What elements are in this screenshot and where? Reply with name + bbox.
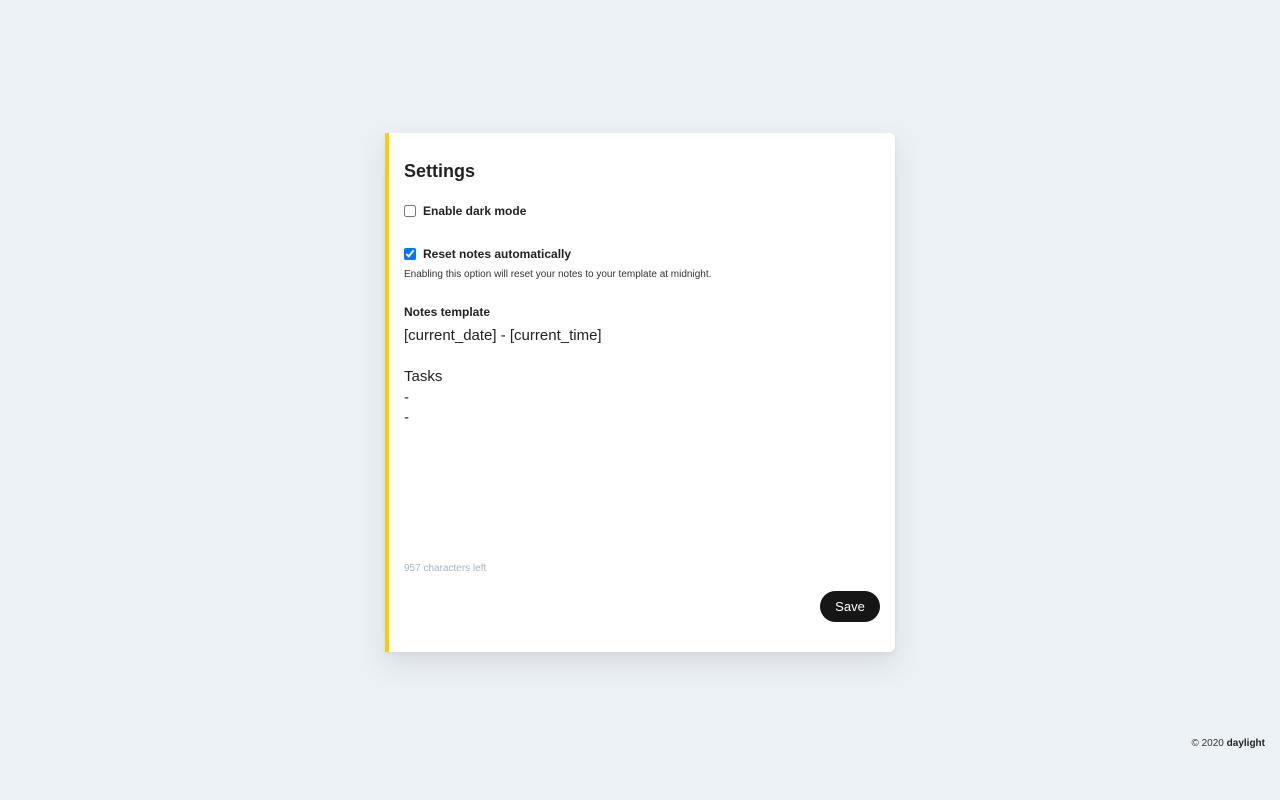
dark-mode-option[interactable]: Enable dark mode (404, 203, 526, 219)
footer: © 2020 daylight (1191, 738, 1265, 749)
dark-mode-checkbox[interactable] (404, 205, 416, 217)
reset-notes-checkbox[interactable] (404, 248, 416, 260)
dark-mode-label: Enable dark mode (423, 204, 527, 218)
reset-notes-option[interactable]: Reset notes automatically (404, 246, 571, 262)
footer-copyright: © 2020 (1191, 738, 1224, 749)
characters-left-counter: 957 characters left (404, 563, 487, 574)
reset-notes-hint: Enabling this option will reset your not… (404, 269, 712, 280)
save-button[interactable]: Save (820, 591, 880, 622)
notes-template-input[interactable] (404, 326, 879, 554)
settings-card: Settings Enable dark mode Reset notes au… (385, 133, 895, 652)
notes-template-label: Notes template (404, 305, 491, 319)
reset-notes-label: Reset notes automatically (423, 247, 572, 261)
footer-brand: daylight (1226, 738, 1265, 749)
page-title: Settings (404, 161, 476, 181)
